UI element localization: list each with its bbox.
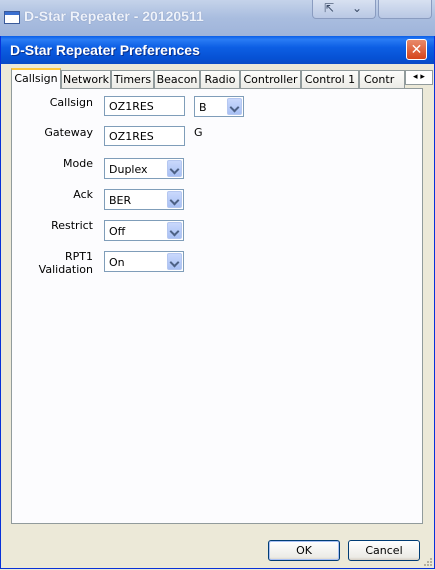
main-window-titlebar: D-Star Repeater - 20120511 ⇱ ⌄ bbox=[0, 0, 435, 36]
callsign-module-select[interactable]: B bbox=[194, 96, 244, 117]
restore-icon[interactable]: ⇱ bbox=[317, 0, 341, 18]
tab-radio[interactable]: Radio bbox=[200, 70, 240, 88]
main-window-title: D-Star Repeater - 20120511 bbox=[24, 8, 204, 24]
preferences-dialog: D-Star Repeater Preferences ✕ Callsign N… bbox=[0, 36, 435, 569]
rpt1-validation-label: RPT1 Validation bbox=[38, 250, 93, 276]
callsign-module-value: B bbox=[199, 101, 207, 114]
ack-value: BER bbox=[109, 194, 132, 207]
ack-select[interactable]: BER bbox=[104, 189, 184, 210]
dialog-titlebar: D-Star Repeater Preferences ✕ bbox=[1, 36, 434, 64]
rpt1-validation-select[interactable]: On bbox=[104, 251, 184, 272]
main-window-close-button[interactable] bbox=[378, 0, 432, 19]
dialog-title: D-Star Repeater Preferences bbox=[10, 42, 200, 58]
rpt1-validation-value: On bbox=[109, 256, 125, 269]
window-controls: ⇱ ⌄ bbox=[312, 0, 376, 19]
mode-label: Mode bbox=[63, 157, 93, 170]
mode-select[interactable]: Duplex bbox=[104, 158, 184, 179]
chevron-down-icon[interactable] bbox=[227, 98, 242, 115]
chevron-down-icon[interactable] bbox=[167, 191, 182, 208]
callsign-panel: Callsign OZ1RES B Gateway OZ1RES G Mode … bbox=[11, 88, 423, 524]
chevron-down-icon[interactable] bbox=[167, 253, 182, 270]
chevron-down-icon[interactable] bbox=[167, 222, 182, 239]
tab-beacon[interactable]: Beacon bbox=[154, 70, 200, 88]
restrict-label: Restrict bbox=[51, 219, 93, 232]
mode-value: Duplex bbox=[109, 163, 148, 176]
close-icon[interactable]: ✕ bbox=[406, 39, 427, 60]
gateway-input[interactable]: OZ1RES bbox=[104, 126, 185, 146]
restrict-value: Off bbox=[109, 225, 126, 238]
ok-button[interactable]: OK bbox=[268, 540, 340, 561]
tab-scroll-arrows-icon[interactable]: ◂ ▸ bbox=[405, 70, 433, 85]
tab-control-1[interactable]: Control 1 bbox=[301, 70, 359, 88]
tab-timers[interactable]: Timers bbox=[111, 70, 154, 88]
ack-label: Ack bbox=[73, 188, 93, 201]
tab-strip: Callsign Network Timers Beacon Radio Con… bbox=[11, 68, 433, 89]
tab-controller[interactable]: Controller bbox=[240, 70, 301, 88]
resize-grip-icon[interactable] bbox=[423, 557, 433, 567]
gateway-module-value: G bbox=[194, 126, 203, 139]
tab-control-2[interactable]: Contr bbox=[359, 70, 405, 88]
restrict-select[interactable]: Off bbox=[104, 220, 184, 241]
app-window-icon bbox=[4, 11, 20, 24]
chevron-down-icon[interactable] bbox=[167, 160, 182, 177]
gateway-label: Gateway bbox=[44, 126, 93, 139]
callsign-input[interactable]: OZ1RES bbox=[104, 96, 185, 116]
callsign-label: Callsign bbox=[49, 96, 93, 109]
tab-network[interactable]: Network bbox=[61, 70, 111, 88]
cancel-button[interactable]: Cancel bbox=[348, 540, 420, 561]
tab-callsign[interactable]: Callsign bbox=[11, 68, 61, 89]
chevron-down-icon[interactable]: ⌄ bbox=[345, 0, 369, 18]
